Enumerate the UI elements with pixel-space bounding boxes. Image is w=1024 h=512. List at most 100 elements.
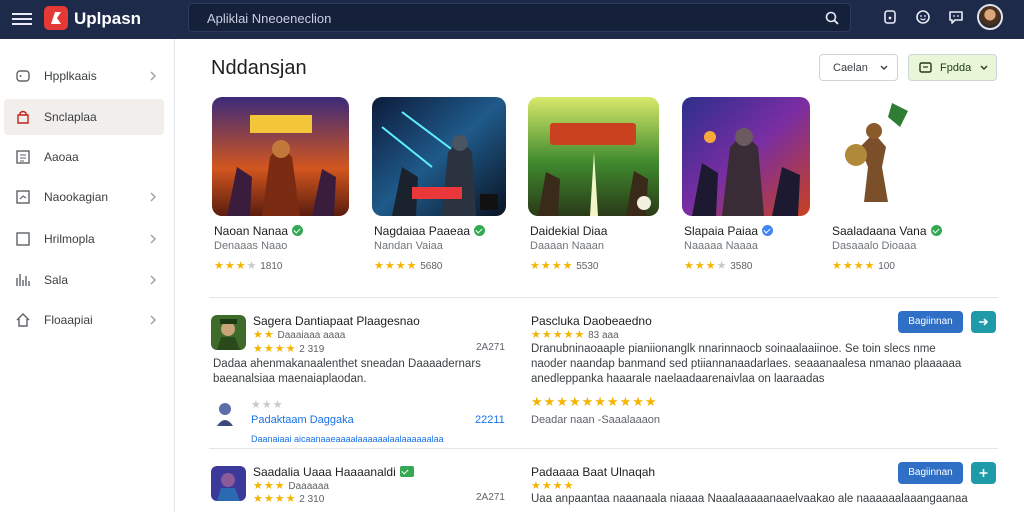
game-title: Slapaia Paiaa: [684, 224, 774, 238]
top-app-bar: Uplpasn Apliklai Nneoeneclion: [0, 0, 1024, 39]
sub-rating: ★★★: [251, 398, 284, 411]
star-rating: ★★★★★: [531, 329, 586, 341]
divider: [209, 448, 998, 449]
chevron-right-icon: [150, 192, 156, 202]
game-thumbnail[interactable]: [834, 97, 914, 216]
trend-icon: [16, 274, 30, 286]
game-developer: Denaaas Naao: [214, 240, 288, 252]
sidebar-item-trend[interactable]: Sala: [4, 262, 164, 298]
review-title: Padaaaa Baat Ulnaqah: [531, 465, 656, 479]
list-item-title[interactable]: Sagera Dantiapaat Plaagesnao: [253, 314, 420, 328]
notification-icon[interactable]: [881, 8, 899, 26]
divider: [209, 297, 998, 298]
chevron-down-icon: [880, 65, 888, 70]
verified-icon: [930, 225, 942, 236]
verified-icon: [474, 225, 486, 236]
sidebar-item-square[interactable]: Hrilmopla: [4, 221, 164, 257]
star-rating: ★★★: [253, 480, 286, 492]
list-item-meta: ★★★ Daaaaaa: [253, 480, 329, 492]
verified-icon: [399, 466, 414, 477]
game-rating: ★★★★ 3580: [684, 260, 753, 272]
chart-icon: [16, 190, 30, 204]
sidebar-item-apps[interactable]: Hpplkaais: [4, 58, 164, 94]
chevron-right-icon: [150, 315, 156, 325]
review-description: Uaa anpaantaa naaanaala niaaaa Naaalaaaa…: [531, 493, 971, 505]
square-icon: [16, 232, 30, 246]
sidebar-item-label: Floaapiai: [44, 313, 93, 327]
app-icon[interactable]: [211, 466, 246, 501]
chevron-down-icon: [980, 65, 988, 70]
game-thumbnail[interactable]: [372, 97, 506, 216]
emoji-icon[interactable]: [914, 8, 932, 26]
game-title: Saaladaana Vana: [832, 224, 942, 238]
review-big-stars: ★★★★★★★★★★: [531, 394, 658, 410]
sidebar-item-store[interactable]: Snclaplaa: [4, 99, 164, 135]
game-developer: Daaaan Naaan: [530, 240, 605, 252]
review-description: Dranubninaoaaple pianiionanglk nnarinnao…: [531, 343, 962, 385]
install-button[interactable]: Bagiinnan: [898, 311, 963, 333]
game-developer: Naaaaa Naaaa: [684, 240, 759, 252]
type-filter-dropdown[interactable]: Fpdda: [908, 54, 997, 81]
review-title: Pascluka Daobeaedno: [531, 314, 652, 328]
game-thumbnail[interactable]: [212, 97, 349, 216]
plus-icon: [979, 469, 988, 477]
apps-icon: [16, 70, 30, 82]
game-rating: ★★★★ 100: [832, 260, 895, 272]
user-avatar[interactable]: [977, 4, 1003, 30]
home-icon: [16, 313, 30, 327]
game-developer: Nandan Vaiaa: [374, 240, 443, 252]
verified-icon: [762, 225, 774, 236]
developer-more-link[interactable]: Daanaiaai aicaanaaeaaaalaaaaaalaalaaaaaa…: [251, 434, 444, 444]
game-title: Naoan Nanaa: [214, 224, 304, 238]
developer-link[interactable]: Padaktaam Daggaka: [251, 414, 354, 426]
filter-chat-icon: [919, 62, 932, 73]
verified-icon: [292, 225, 304, 236]
star-rating: ★★★★: [374, 260, 418, 272]
star-rating: ★★★: [251, 399, 284, 411]
sidebar-item-label: Aaoaa: [44, 150, 79, 164]
game-rating: ★★★★ 1810: [214, 260, 283, 272]
game-title: Daidekial Diaa: [530, 224, 608, 238]
star-rating: ★★★★: [684, 260, 728, 272]
developer-avatar-icon: [217, 403, 233, 426]
star-rating: ★★★★★★★★★★: [531, 394, 658, 409]
open-arrow-button[interactable]: [971, 311, 996, 333]
search-input[interactable]: Apliklai Nneoeneclion: [188, 3, 851, 32]
star-rating: ★★★★: [253, 343, 297, 355]
sidebar: Hpplkaais Snclaplaa Aaoaa Naookagian Hri…: [0, 39, 175, 512]
arrow-right-icon: [979, 318, 989, 326]
store-icon: [17, 110, 29, 124]
list-item-count: 2A271: [476, 342, 505, 353]
chevron-right-icon: [150, 275, 156, 285]
menu-icon[interactable]: [12, 10, 32, 28]
sidebar-item-label: Hrilmopla: [44, 232, 95, 246]
star-rating: ★★★★: [214, 260, 258, 272]
sidebar-item-home[interactable]: Floaapiai: [4, 302, 164, 338]
review-meta: ★★★★: [531, 479, 574, 492]
sort-dropdown-label: Caelan: [833, 62, 868, 74]
game-thumbnail[interactable]: [528, 97, 659, 216]
install-button[interactable]: Bagiinnan: [898, 462, 963, 484]
star-rating: ★★★★: [832, 260, 876, 272]
sort-dropdown[interactable]: Caelan: [819, 54, 898, 81]
star-rating: ★★★★: [253, 493, 297, 505]
list-item-meta: ★★ Daaaiaaa aaaa: [253, 329, 346, 341]
chat-icon[interactable]: [947, 8, 965, 26]
app-logo[interactable]: [44, 6, 68, 30]
review-footer: Deadar naan -Saaalaaaon: [531, 414, 661, 426]
app-title: Uplpasn: [74, 9, 142, 28]
list-item-title[interactable]: Saadalia Uaaa Haaaanaldi: [253, 465, 414, 479]
game-rating: ★★★★ 5680: [374, 260, 443, 272]
sidebar-item-list[interactable]: Aaoaa: [4, 139, 164, 175]
chevron-right-icon: [150, 234, 156, 244]
app-icon[interactable]: [211, 315, 246, 350]
game-thumbnail[interactable]: [682, 97, 810, 216]
page-title: Nddansjan: [211, 57, 307, 79]
sidebar-item-chart[interactable]: Naookagian: [4, 179, 164, 215]
add-button[interactable]: [971, 462, 996, 484]
search-icon[interactable]: [824, 10, 840, 26]
list-item-rating: ★★★★ 2 319: [253, 343, 325, 355]
logo-flag-icon: [51, 12, 61, 24]
sidebar-item-label: Sala: [44, 273, 69, 287]
star-rating: ★★★★: [531, 480, 575, 492]
